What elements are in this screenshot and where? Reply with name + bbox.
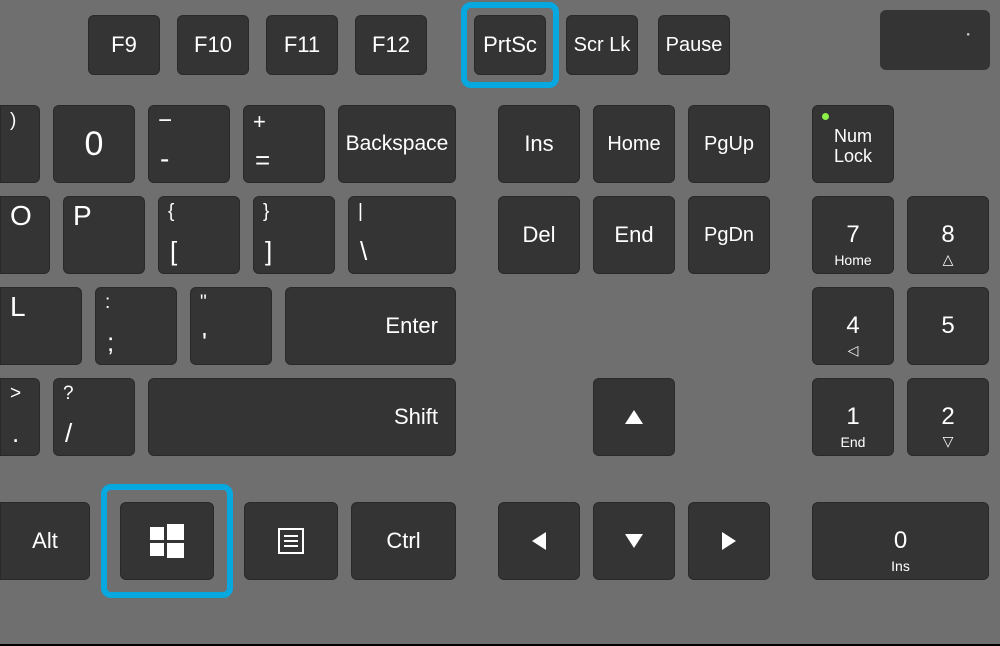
windows-icon [150,524,184,558]
key-r2-zero[interactable]: 0 [53,105,135,183]
keyboard-diagram: F9 F10 F11 F12 PrtSc Scr Lk Pause ● ) 0 … [0,0,1000,646]
key-del[interactable]: Del [498,196,580,274]
key-f9[interactable]: F9 [88,15,160,75]
key-alt[interactable]: Alt [0,502,90,580]
key-r2-equals[interactable]: + = [243,105,325,183]
numlock-led-icon [822,113,829,120]
key-f11[interactable]: F11 [266,15,338,75]
arrow-right-icon [722,532,736,550]
arrow-left-icon [532,532,546,550]
key-p[interactable]: P [63,196,145,274]
key-home[interactable]: Home [593,105,675,183]
key-ctrl[interactable]: Ctrl [351,502,456,580]
key-quote[interactable]: " ' [190,287,272,365]
key-pause[interactable]: Pause [658,15,730,75]
key-r2-minus[interactable]: − - [148,105,230,183]
key-arrow-right[interactable] [688,502,770,580]
menu-icon [278,528,304,554]
key-o[interactable]: O [0,196,50,274]
key-ins[interactable]: Ins [498,105,580,183]
key-pgup[interactable]: PgUp [688,105,770,183]
key-backspace[interactable]: Backspace [338,105,456,183]
arrow-up-icon [625,410,643,424]
key-num2[interactable]: 2 ▽ [907,378,989,456]
key-menu[interactable] [244,502,338,580]
key-num7[interactable]: 7 Home [812,196,894,274]
key-arrow-down[interactable] [593,502,675,580]
key-lbracket[interactable]: { [ [158,196,240,274]
key-arrow-left[interactable] [498,502,580,580]
key-num8[interactable]: 8 △ [907,196,989,274]
key-num5[interactable]: 5 [907,287,989,365]
key-prtsc[interactable]: PrtSc [474,15,546,75]
key-f10[interactable]: F10 [177,15,249,75]
key-end[interactable]: End [593,196,675,274]
key-shift[interactable]: Shift [148,378,456,456]
key-num4[interactable]: 4 ◁ [812,287,894,365]
key-rbracket[interactable]: } ] [253,196,335,274]
key-enter[interactable]: Enter [285,287,456,365]
key-semicolon[interactable]: : ; [95,287,177,365]
key-r2-rparen[interactable]: ) [0,105,40,183]
key-f12[interactable]: F12 [355,15,427,75]
key-num1[interactable]: 1 End [812,378,894,456]
key-num0[interactable]: 0 Ins [812,502,989,580]
arrow-down-icon [625,534,643,548]
key-windows[interactable] [120,502,214,580]
key-arrow-up[interactable] [593,378,675,456]
key-l[interactable]: L [0,287,82,365]
key-slash[interactable]: ? / [53,378,135,456]
key-backslash[interactable]: | \ [348,196,456,274]
key-scrlk[interactable]: Scr Lk [566,15,638,75]
indicator-panel: ● [880,10,990,70]
key-pgdn[interactable]: PgDn [688,196,770,274]
key-numlock[interactable]: Num Lock [812,105,894,183]
key-period[interactable]: > . [0,378,40,456]
